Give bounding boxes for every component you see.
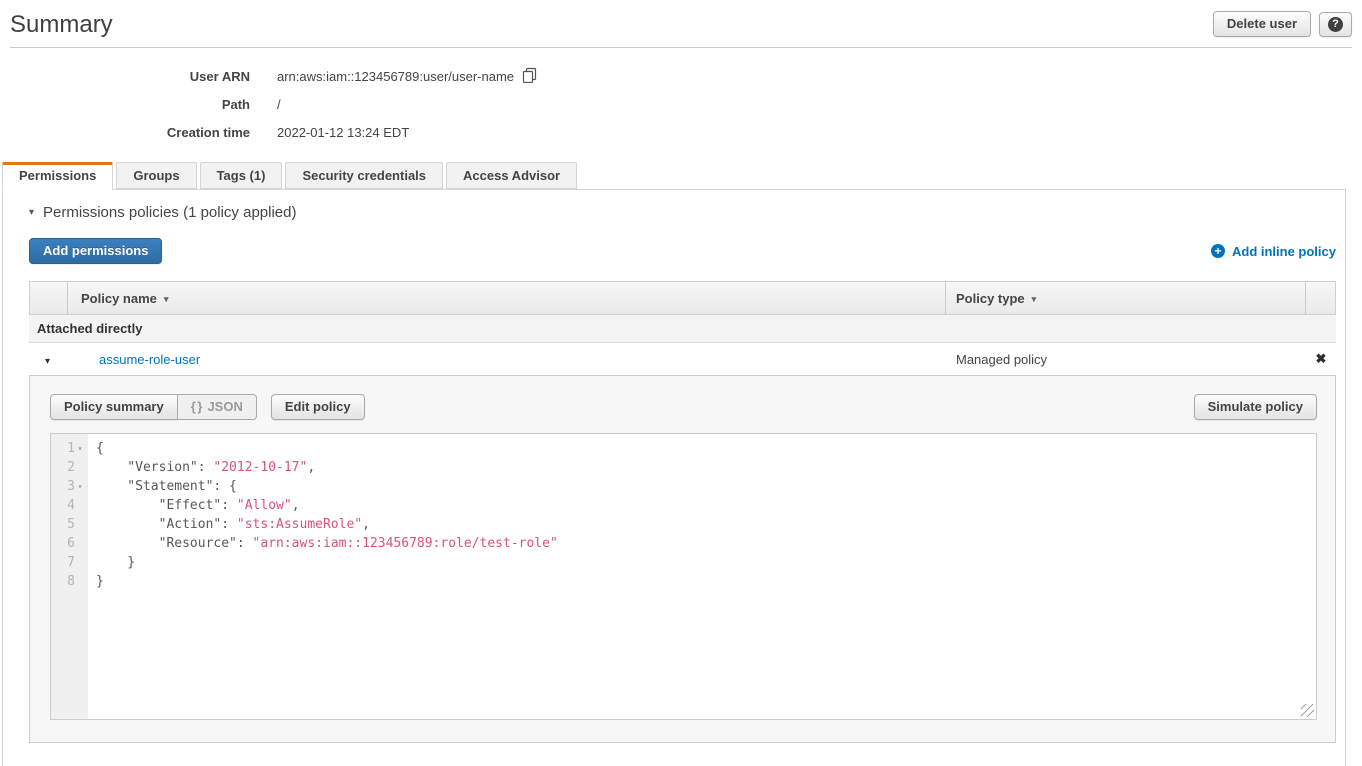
attached-directly-group-row: Attached directly (29, 315, 1336, 343)
plus-circle-icon: + (1211, 244, 1225, 258)
line-number: 6 (53, 536, 75, 551)
path-label: Path (10, 97, 250, 112)
chevron-down-icon: ▾ (45, 356, 50, 367)
creation-time-label: Creation time (10, 125, 250, 140)
policy-detail-buttons: Policy summary { } JSON Edit policy Simu… (50, 394, 1317, 420)
copy-icon[interactable] (522, 67, 537, 86)
detach-policy-icon[interactable]: ✖ (1316, 351, 1327, 366)
path-value: / (277, 97, 281, 112)
code-line: } (96, 553, 1316, 572)
tab-security-credentials[interactable]: Security credentials (285, 162, 443, 189)
field-row-path: Path / (10, 90, 1362, 118)
code-line: "Statement": { (96, 477, 1316, 496)
code-area[interactable]: { "Version": "2012-10-17", "Statement": … (88, 434, 1316, 719)
sort-icon: ▾ (164, 294, 169, 305)
policy-summary-button[interactable]: Policy summary (50, 394, 178, 420)
tab-tags[interactable]: Tags (1) (200, 162, 283, 189)
json-policy-editor[interactable]: 1▾ 2x 3▾ 4x 5x 6x 7x 8x { "Version": "20… (50, 433, 1317, 720)
policy-name-header-label: Policy name (81, 291, 157, 306)
policies-table: Policy name ▾ Policy type ▾ Attached dir… (29, 281, 1336, 743)
actions-column-header (1305, 282, 1335, 314)
policy-actions-cell: ✖ (1306, 351, 1336, 367)
code-line: { (96, 439, 1316, 458)
add-inline-policy-label: Add inline policy (1232, 244, 1336, 259)
line-number: 5 (53, 517, 75, 532)
code-line: "Action": "sts:AssumeRole", (96, 515, 1316, 534)
policy-controls-row: Add permissions + Add inline policy (29, 238, 1336, 264)
add-permissions-button[interactable]: Add permissions (29, 238, 162, 264)
editor-resize-handle[interactable] (1301, 704, 1314, 717)
policy-name-cell: assume-role-user (66, 352, 946, 367)
policies-table-header: Policy name ▾ Policy type ▾ (29, 281, 1336, 315)
policy-type-column-header[interactable]: Policy type ▾ (945, 282, 1305, 314)
code-line: } (96, 572, 1316, 591)
code-line: "Effect": "Allow", (96, 496, 1316, 515)
line-number: 2 (53, 460, 75, 475)
permissions-policies-section-header[interactable]: ▾ Permissions policies (1 policy applied… (29, 204, 1336, 221)
policy-name-column-header[interactable]: Policy name ▾ (67, 282, 945, 314)
policy-detail-panel: Policy summary { } JSON Edit policy Simu… (29, 376, 1336, 743)
help-icon: ? (1328, 17, 1343, 32)
simulate-policy-button[interactable]: Simulate policy (1194, 394, 1317, 420)
user-arn-value: arn:aws:iam::123456789:user/user-name (277, 66, 537, 86)
policy-table-row: ▾ assume-role-user Managed policy ✖ (29, 343, 1336, 376)
line-number: 4 (53, 498, 75, 513)
user-arn-label: User ARN (10, 69, 250, 84)
tab-permissions[interactable]: Permissions (2, 162, 113, 190)
add-inline-policy-link[interactable]: + Add inline policy (1211, 244, 1336, 259)
user-info: User ARN arn:aws:iam::123456789:user/use… (10, 62, 1362, 146)
fold-arrow-icon[interactable]: ▾ (75, 444, 85, 453)
braces-icon: { } (191, 400, 202, 414)
creation-time-value: 2022-01-12 13:24 EDT (277, 125, 409, 140)
expander-column-header (30, 282, 67, 314)
policy-type-header-label: Policy type (956, 291, 1025, 306)
edit-policy-button[interactable]: Edit policy (271, 394, 365, 420)
tab-access-advisor[interactable]: Access Advisor (446, 162, 577, 189)
fold-arrow-icon[interactable]: ▾ (75, 482, 85, 491)
line-number: 3 (53, 479, 75, 494)
permissions-tab-content: ▾ Permissions policies (1 policy applied… (2, 189, 1346, 766)
json-view-button[interactable]: { } JSON (178, 394, 257, 420)
policy-view-toggle: Policy summary { } JSON (50, 394, 257, 420)
code-line: "Resource": "arn:aws:iam::123456789:role… (96, 534, 1316, 553)
user-arn-text: arn:aws:iam::123456789:user/user-name (277, 69, 514, 84)
collapse-triangle-icon: ▾ (29, 207, 34, 218)
code-line: "Version": "2012-10-17", (96, 458, 1316, 477)
page-header: Summary Delete user ? (10, 0, 1352, 48)
line-number: 8 (53, 574, 75, 589)
tab-bar: Permissions Groups Tags (1) Security cre… (2, 162, 1362, 189)
header-actions: Delete user ? (1213, 11, 1352, 37)
line-number: 1 (53, 441, 75, 456)
editor-gutter: 1▾ 2x 3▾ 4x 5x 6x 7x 8x (51, 434, 88, 719)
policy-name-link[interactable]: assume-role-user (99, 352, 200, 367)
row-expander-cell[interactable]: ▾ (29, 352, 66, 367)
field-row-user-arn: User ARN arn:aws:iam::123456789:user/use… (10, 62, 1362, 90)
sort-icon: ▾ (1032, 294, 1037, 305)
page-title: Summary (10, 11, 113, 39)
help-button[interactable]: ? (1319, 12, 1352, 37)
tab-groups[interactable]: Groups (116, 162, 196, 189)
policy-type-cell: Managed policy (946, 352, 1306, 367)
section-title: Permissions policies (1 policy applied) (43, 204, 296, 221)
line-number: 7 (53, 555, 75, 570)
json-button-label: JSON (207, 400, 242, 414)
field-row-creation-time: Creation time 2022-01-12 13:24 EDT (10, 118, 1362, 146)
delete-user-button[interactable]: Delete user (1213, 11, 1311, 37)
